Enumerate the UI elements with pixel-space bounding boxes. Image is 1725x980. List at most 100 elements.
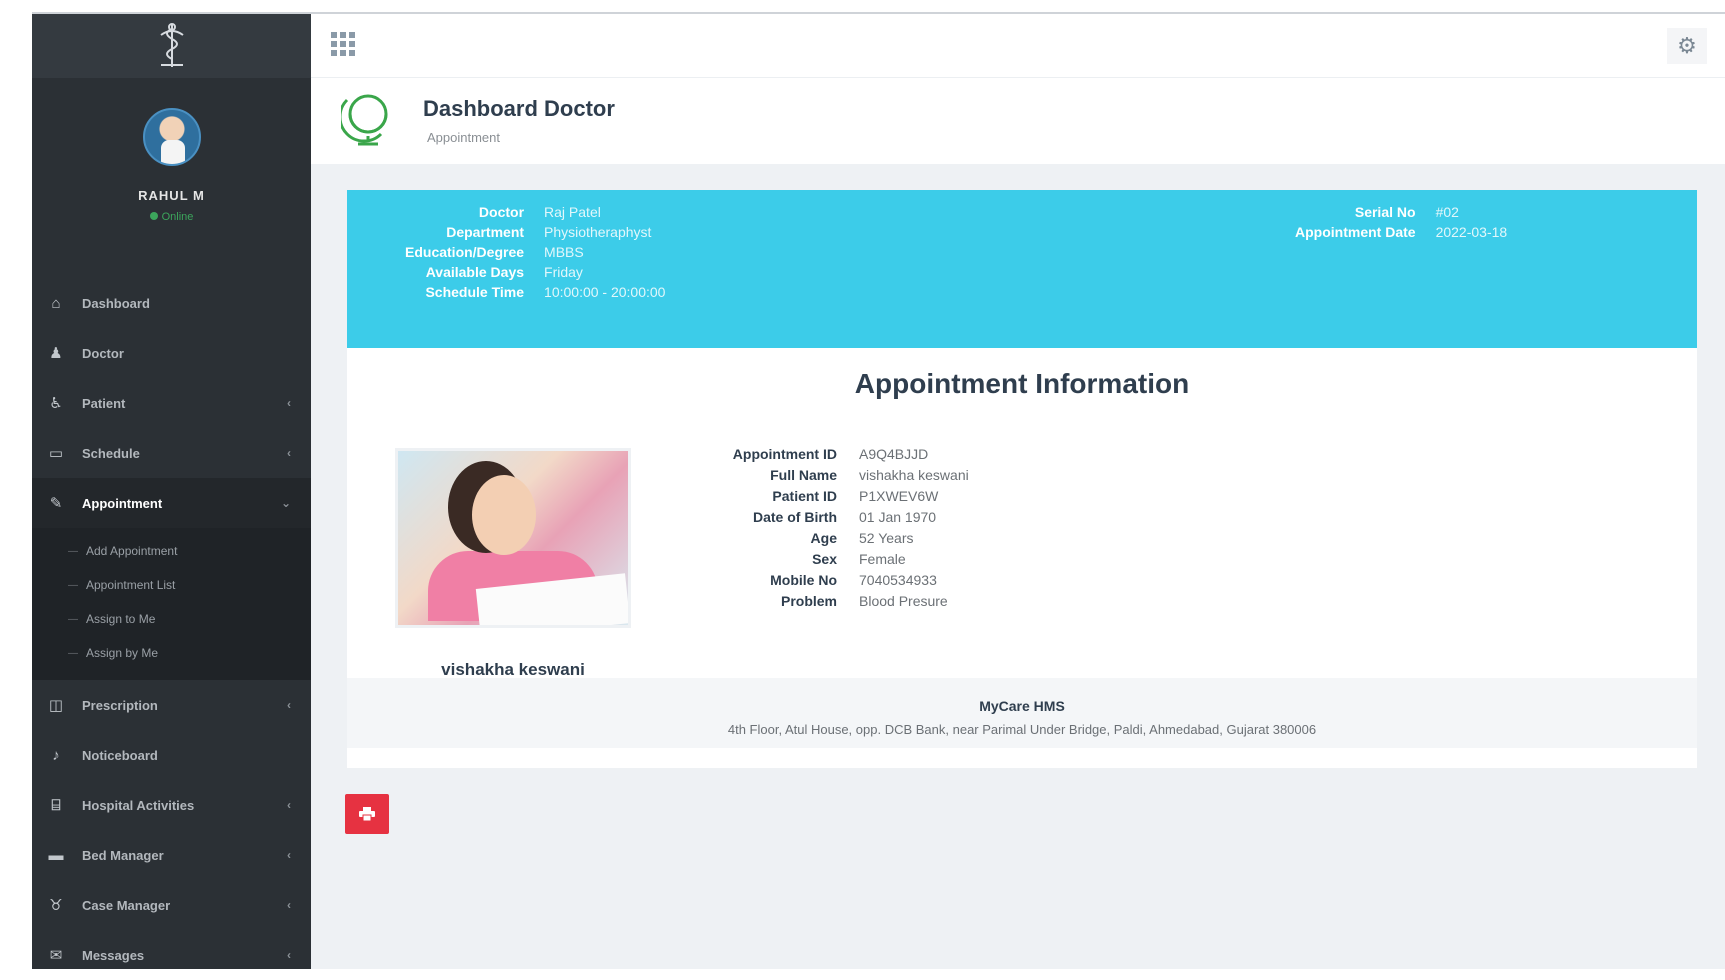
page-title: Dashboard Doctor <box>423 96 615 121</box>
chevron-down-icon: ⌄ <box>280 496 291 510</box>
chevron-left-icon: ‹ <box>287 446 291 460</box>
serial-no-value: #02 <box>1435 204 1459 220</box>
detail-value: Blood Presure <box>859 593 948 609</box>
detail-label: Problem <box>780 593 837 609</box>
submenu-assign-to-me[interactable]: Assign to Me <box>32 602 311 636</box>
top-bar: ⚙ <box>311 14 1725 78</box>
detail-label: Patient ID <box>772 488 837 504</box>
edit-icon: ✎ <box>49 495 63 512</box>
avatar[interactable] <box>142 108 201 166</box>
print-icon <box>359 807 375 821</box>
page-header: Dashboard Doctor Appointment <box>311 78 1725 164</box>
stethoscope-icon: ♉ <box>49 897 63 914</box>
appointment-title: Appointment Information <box>854 368 1190 399</box>
sidebar-item-label: Noticeboard <box>82 747 158 763</box>
status-text: Online <box>161 211 194 223</box>
appointment-date-value: 2022-03-18 <box>1435 224 1508 240</box>
doctor-label: Doctor <box>478 204 525 220</box>
patient-name: vishakha keswani <box>441 660 585 679</box>
calendar-icon: ▭ <box>48 445 64 462</box>
schedule-time-label: Schedule Time <box>425 284 525 300</box>
detail-value: A9Q4BJJD <box>859 446 929 462</box>
chevron-left-icon: ‹ <box>287 848 291 862</box>
hospital-logo-icon <box>159 23 184 67</box>
detail-value: vishakha keswani <box>859 467 969 483</box>
sidebar-item-prescription[interactable]: ◫ Prescription ‹ <box>32 680 311 730</box>
detail-value: P1XWEV6W <box>859 488 939 504</box>
sidebar-item-label: Patient <box>82 395 126 411</box>
detail-label: Mobile No <box>770 572 837 588</box>
appointment-details: Appointment ID A9Q4BJJD Full Name vishakha… <box>687 446 969 609</box>
chat-icon: ✉ <box>49 947 63 964</box>
education-label: Education/Degree <box>405 244 525 260</box>
hospital-icon: ⌸ <box>51 796 61 814</box>
department-value: Physiotheraphyst <box>544 224 652 240</box>
page-subtitle: Appointment <box>427 130 500 145</box>
appointment-date-label: Appointment Date <box>1295 224 1416 240</box>
sidebar-item-appointment[interactable]: ✎ Appointment ⌄ <box>32 478 311 528</box>
chevron-left-icon: ‹ <box>287 948 291 962</box>
patient-photo <box>395 448 631 628</box>
detail-value: 7040534933 <box>859 572 937 588</box>
detail-value: 01 Jan 1970 <box>859 509 937 525</box>
schedule-time-value: 10:00:00 - 20:00:00 <box>544 284 666 300</box>
available-days-value: Friday <box>544 264 583 280</box>
sidebar-item-hospital-activities[interactable]: ⌸ Hospital Activities ‹ <box>32 780 311 830</box>
bed-icon: ▬ <box>48 846 64 864</box>
sidebar-item-label: Appointment <box>82 495 163 511</box>
user-md-icon: ♟ <box>49 345 63 362</box>
sidebar-item-label: Dashboard <box>82 295 150 311</box>
submenu-assign-by-me[interactable]: Assign by Me <box>32 636 311 670</box>
sidebar-item-noticeboard[interactable]: ♪ Noticeboard <box>32 730 311 780</box>
chevron-left-icon: ‹ <box>287 898 291 912</box>
detail-label: Date of Birth <box>753 509 837 525</box>
apps-grid-icon[interactable] <box>331 32 355 56</box>
globe-icon <box>341 94 388 146</box>
gear-icon[interactable]: ⚙ <box>1667 28 1707 64</box>
appointment-card: Doctor Raj Patel Department Physiotheraphy… <box>347 190 1697 768</box>
chevron-left-icon: ‹ <box>287 798 291 812</box>
sidebar-item-case-manager[interactable]: ♉ Case Manager ‹ <box>32 880 311 930</box>
doctor-value: Raj Patel <box>544 204 601 220</box>
wheelchair-icon: ♿ <box>49 395 63 412</box>
bell-icon: ♪ <box>52 746 60 764</box>
sidebar-nav: ⌂ Dashboard ♟ Doctor ♿ Patient ‹ ▭ Schedule ‹ … <box>32 278 311 980</box>
sidebar-item-doctor[interactable]: ♟ Doctor <box>32 328 311 378</box>
sidebar-item-label: Messages <box>82 947 145 963</box>
hospital-address: 4th Floor, Atul House, opp. DCB Bank, ne… <box>727 722 1317 737</box>
serial-no-label: Serial No <box>1354 204 1416 220</box>
sidebar-item-patient[interactable]: ♿ Patient ‹ <box>32 378 311 428</box>
submenu-appointment-list[interactable]: Appointment List <box>32 568 311 602</box>
detail-value: 52 Years <box>859 530 914 546</box>
doctor-info-left: Doctor Raj Patel Department Physiotheraphy… <box>405 204 665 300</box>
education-value: MBBS <box>544 244 584 260</box>
sidebar-item-label: Prescription <box>82 697 158 713</box>
detail-value: Female <box>859 551 906 567</box>
sidebar-item-schedule[interactable]: ▭ Schedule ‹ <box>32 428 311 478</box>
sidebar-item-label: Hospital Activities <box>82 797 195 813</box>
sidebar-item-label: Doctor <box>82 345 124 361</box>
online-dot-icon <box>149 212 158 220</box>
hospital-footer: MyCare HMS 4th Floor, Atul House, opp. D… <box>347 678 1697 748</box>
book-icon: ◫ <box>48 697 64 714</box>
status-badge: Online <box>32 211 311 223</box>
logo-bar[interactable] <box>32 14 311 78</box>
main-content: Doctor Raj Patel Department Physiotheraphy… <box>311 164 1725 969</box>
sidebar-item-label: Bed Manager <box>82 847 164 863</box>
sidebar-item-messages[interactable]: ✉ Messages ‹ <box>32 930 311 980</box>
print-button[interactable] <box>345 794 389 834</box>
sidebar-item-dashboard[interactable]: ⌂ Dashboard <box>32 278 311 328</box>
doctor-info-right: Serial No #02 Appointment Date 2022-03-18 <box>1295 204 1507 240</box>
detail-label: Appointment ID <box>732 446 837 462</box>
detail-label: Age <box>810 530 837 546</box>
appointment-submenu: Add Appointment Appointment List Assign … <box>32 528 311 680</box>
submenu-add-appointment[interactable]: Add Appointment <box>32 534 311 568</box>
user-name: RAHUL M <box>138 188 205 203</box>
hospital-name: MyCare HMS <box>979 698 1065 714</box>
doctor-info-banner: Doctor Raj Patel Department Physiotheraphy… <box>347 190 1697 348</box>
sidebar-item-bed-manager[interactable]: ▬ Bed Manager ‹ <box>32 830 311 880</box>
detail-label: Sex <box>812 551 837 567</box>
sidebar-item-label: Case Manager <box>82 897 171 913</box>
chevron-left-icon: ‹ <box>287 698 291 712</box>
detail-label: Full Name <box>770 467 837 483</box>
